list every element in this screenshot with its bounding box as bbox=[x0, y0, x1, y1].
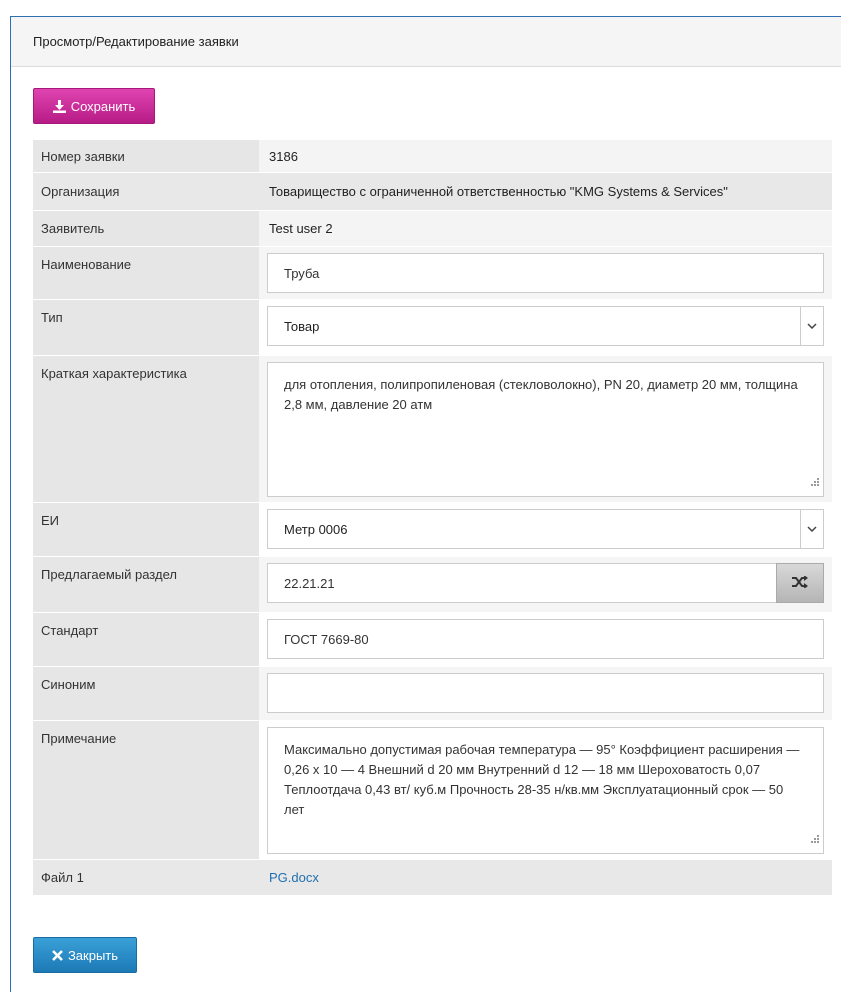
row-file: Файл 1 PG.docx bbox=[33, 860, 832, 896]
row-name: Наименование Труба bbox=[33, 247, 832, 300]
row-note: Примечание Максимально допустимая рабоча… bbox=[33, 721, 832, 860]
row-unit: ЕИ Метр 0006 bbox=[33, 503, 832, 557]
shuffle-button[interactable] bbox=[776, 563, 824, 603]
synonym-input[interactable] bbox=[267, 673, 824, 713]
type-select[interactable]: Товар bbox=[267, 306, 824, 346]
row-standard: Стандарт ГОСТ 7669-80 bbox=[33, 613, 832, 667]
row-organization: Организация Товарищество с ограниченной … bbox=[33, 173, 832, 211]
unit-select[interactable]: Метр 0006 bbox=[267, 509, 824, 549]
number-value: 3186 bbox=[259, 140, 832, 172]
panel-title: Просмотр/Редактирование заявки bbox=[11, 17, 841, 67]
file-link[interactable]: PG.docx bbox=[269, 870, 319, 885]
shuffle-icon bbox=[792, 574, 808, 591]
row-synonym: Синоним bbox=[33, 667, 832, 721]
row-description: Краткая характеристика для отопления, по… bbox=[33, 356, 832, 503]
number-label: Номер заявки bbox=[33, 140, 259, 172]
standard-input[interactable]: ГОСТ 7669-80 bbox=[267, 619, 824, 659]
description-textarea[interactable]: для отопления, полипропиленовая (стеклов… bbox=[267, 362, 824, 497]
applicant-label: Заявитель bbox=[33, 211, 259, 246]
unit-selected-value: Метр 0006 bbox=[284, 521, 348, 537]
name-label: Наименование bbox=[33, 247, 259, 299]
description-text: для отопления, полипропиленовая (стеклов… bbox=[284, 377, 798, 412]
file-label: Файл 1 bbox=[33, 860, 259, 895]
note-label: Примечание bbox=[33, 721, 259, 859]
close-button-label: Закрыть bbox=[67, 947, 119, 963]
resize-grip-icon[interactable] bbox=[811, 472, 819, 492]
close-button[interactable]: Закрыть bbox=[33, 937, 137, 973]
row-number: Номер заявки 3186 bbox=[33, 140, 832, 173]
organization-value: Товарищество с ограниченной ответственно… bbox=[259, 173, 832, 210]
unit-label: ЕИ bbox=[33, 503, 259, 556]
note-textarea[interactable]: Максимально допустимая рабочая температу… bbox=[267, 727, 824, 854]
type-label: Тип bbox=[33, 300, 259, 355]
name-input[interactable]: Труба bbox=[267, 253, 824, 293]
close-icon bbox=[52, 949, 63, 961]
section-input[interactable]: 22.21.21 bbox=[267, 563, 776, 603]
applicant-value: Test user 2 bbox=[259, 211, 832, 246]
row-applicant: Заявитель Test user 2 bbox=[33, 211, 832, 247]
standard-label: Стандарт bbox=[33, 613, 259, 666]
note-text: Максимально допустимая рабочая температу… bbox=[284, 742, 800, 817]
request-panel: Просмотр/Редактирование заявки Сохранить… bbox=[10, 16, 841, 992]
section-input-group: 22.21.21 bbox=[267, 563, 824, 603]
chevron-down-icon bbox=[800, 307, 823, 345]
save-button-label: Сохранить bbox=[70, 98, 136, 114]
chevron-down-icon bbox=[800, 510, 823, 548]
request-form: Номер заявки 3186 Организация Товарищест… bbox=[33, 140, 832, 896]
row-type: Тип Товар bbox=[33, 300, 832, 356]
type-selected-value: Товар bbox=[284, 318, 320, 334]
save-button[interactable]: Сохранить bbox=[33, 88, 155, 124]
resize-grip-icon[interactable] bbox=[811, 829, 819, 849]
organization-label: Организация bbox=[33, 173, 259, 210]
section-label: Предлагаемый раздел bbox=[33, 557, 259, 612]
download-icon bbox=[52, 99, 66, 113]
row-section: Предлагаемый раздел 22.21.21 bbox=[33, 557, 832, 613]
description-label: Краткая характеристика bbox=[33, 356, 259, 502]
synonym-label: Синоним bbox=[33, 667, 259, 720]
